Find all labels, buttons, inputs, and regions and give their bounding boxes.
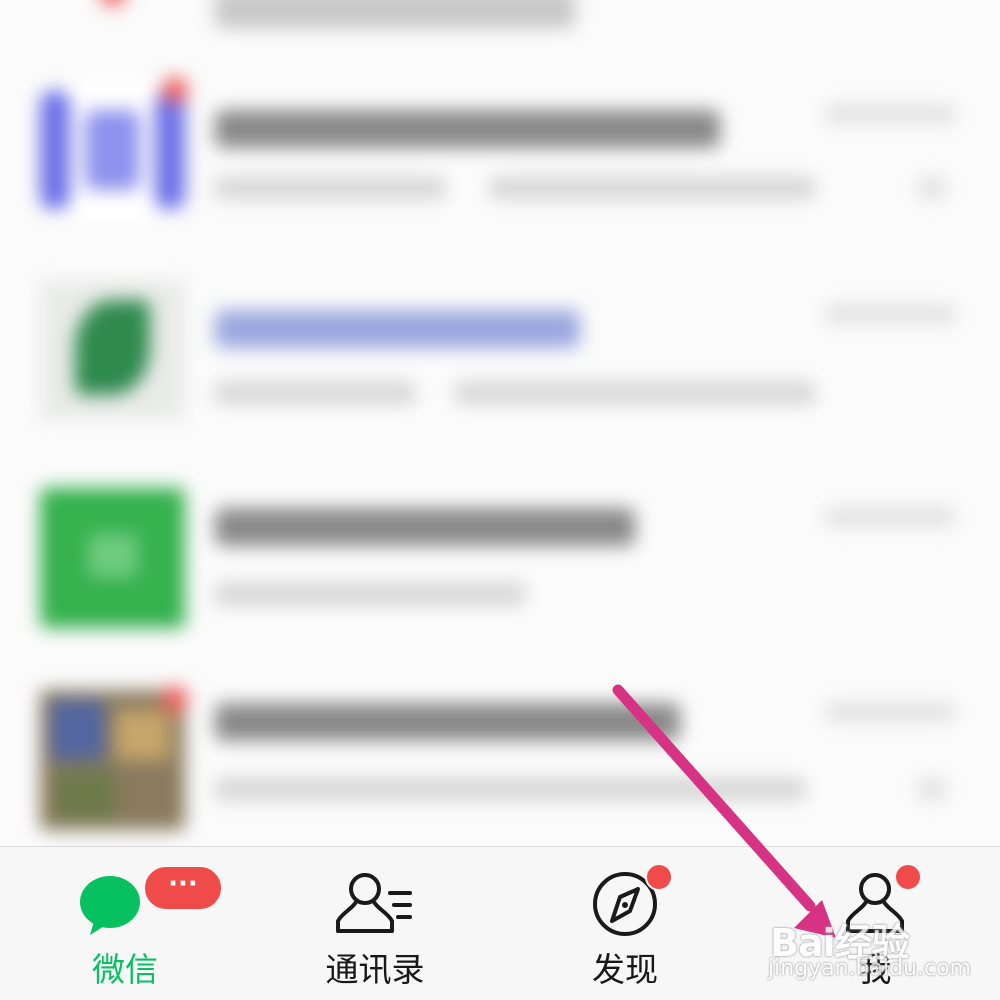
list-item[interactable]: [0, 270, 1000, 470]
blue-app-logo-avatar: [40, 80, 185, 220]
green-leaf-logo-avatar: [40, 280, 185, 420]
chat-list-blurred-content: [0, 0, 1000, 846]
tab-label-me: 我: [858, 950, 892, 989]
tab-me[interactable]: 我: [750, 847, 1000, 1000]
me-badge-dot: [894, 863, 922, 891]
chat-list: [0, 0, 1000, 846]
tab-contacts[interactable]: 通讯录: [250, 847, 500, 1000]
list-item[interactable]: [0, 0, 1000, 50]
discover-badge-dot: [645, 863, 673, 891]
tab-label-contacts: 通讯录: [325, 950, 425, 989]
list-item[interactable]: [0, 678, 1000, 846]
tab-label-weixin: 微信: [92, 950, 158, 989]
photo-collage-avatar: [40, 690, 185, 830]
contacts-icon: [336, 873, 412, 933]
list-item[interactable]: [0, 65, 1000, 265]
list-item[interactable]: [0, 478, 1000, 678]
unread-badge: ···: [142, 864, 224, 912]
tab-label-discover: 发现: [592, 950, 658, 989]
tab-discover[interactable]: 发现: [500, 847, 750, 1000]
green-square-logo-avatar: [40, 488, 185, 628]
